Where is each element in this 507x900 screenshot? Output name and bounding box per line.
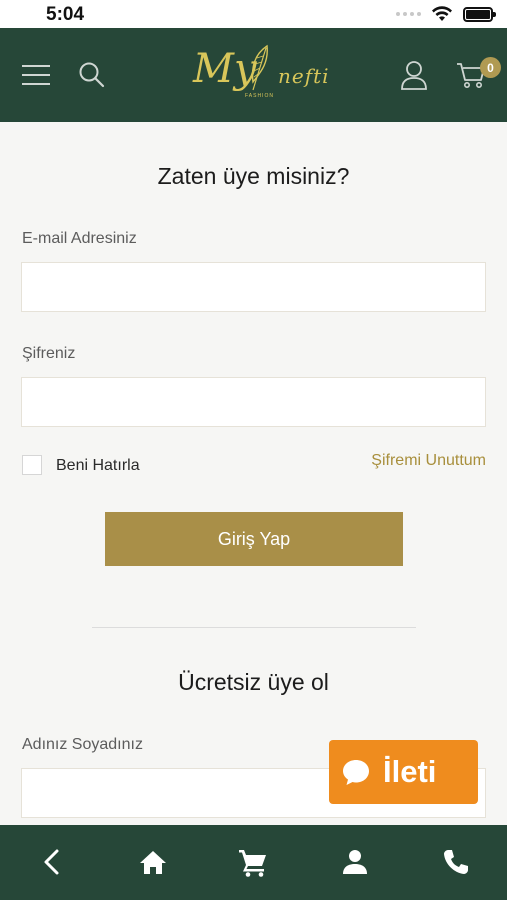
- register-title: Ücretsiz üye ol: [178, 669, 329, 695]
- menu-icon[interactable]: [22, 64, 50, 86]
- password-field[interactable]: [21, 377, 486, 427]
- name-label: Adınız Soyadınız: [22, 736, 143, 753]
- phone-icon[interactable]: [441, 847, 471, 877]
- feather-icon: [251, 44, 268, 91]
- password-label: Şifreniz: [22, 345, 76, 362]
- site-header: My nefti FASHION 0: [0, 28, 507, 122]
- chat-label: İleti: [383, 754, 437, 789]
- forgot-password-link[interactable]: Şifremi Unuttum: [371, 452, 486, 470]
- back-icon[interactable]: [37, 847, 67, 877]
- remember-me-label: Beni Hatırla: [56, 457, 140, 474]
- chat-bubble-icon: [343, 760, 369, 785]
- user-icon[interactable]: [400, 60, 428, 90]
- email-label: E-mail Adresiniz: [22, 230, 137, 247]
- cart-nav-icon[interactable]: [238, 847, 268, 877]
- account-icon[interactable]: [340, 847, 370, 877]
- logo-text-fashion: FASHION: [245, 93, 274, 99]
- logo-text-nefti: nefti: [278, 64, 330, 88]
- wifi-icon: [432, 6, 452, 21]
- login-title: Zaten üye misiniz?: [157, 163, 350, 189]
- brand-logo[interactable]: My nefti FASHION: [185, 38, 335, 108]
- search-icon[interactable]: [78, 61, 106, 89]
- status-icons: [396, 6, 496, 22]
- home-icon[interactable]: [138, 847, 168, 877]
- email-field[interactable]: [21, 262, 486, 312]
- section-divider: [92, 627, 416, 628]
- bottom-nav: [0, 825, 507, 900]
- status-time: 5:04: [46, 4, 85, 25]
- login-button[interactable]: Giriş Yap: [105, 512, 403, 566]
- chat-button[interactable]: İleti: [329, 740, 478, 804]
- signal-icon: [396, 12, 421, 16]
- battery-icon: [463, 6, 496, 22]
- status-bar: 5:04: [0, 0, 507, 28]
- cart-count-badge: 0: [480, 57, 501, 78]
- remember-me-checkbox[interactable]: [22, 455, 42, 475]
